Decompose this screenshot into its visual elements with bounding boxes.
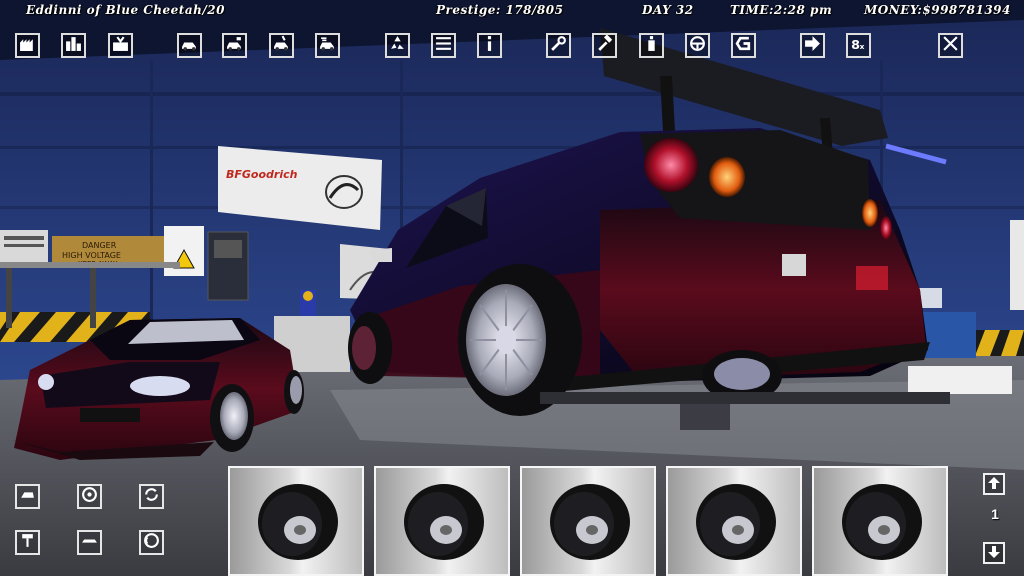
list-icon — [435, 35, 452, 56]
info-button[interactable] — [477, 33, 502, 58]
wheel-slot-1[interactable] — [228, 466, 364, 576]
car-paint-icon — [226, 35, 243, 56]
build-button[interactable] — [592, 33, 617, 58]
drive-button[interactable] — [685, 33, 710, 58]
car-tune-button[interactable] — [269, 33, 294, 58]
g-logo-icon — [735, 35, 752, 56]
wrench-icon — [550, 35, 567, 56]
time-display: TIME:2:28 pm — [730, 3, 833, 17]
g-logo-button[interactable] — [731, 33, 756, 58]
page-up-button[interactable] — [983, 473, 1005, 495]
car-paint-button[interactable] — [222, 33, 247, 58]
seat-button[interactable] — [15, 530, 40, 555]
recycle-icon — [389, 35, 406, 56]
close-button[interactable] — [938, 33, 963, 58]
car-select-button[interactable] — [177, 33, 202, 58]
page-number: 1 — [991, 506, 999, 522]
tire-rotate-button[interactable] — [139, 484, 164, 509]
page-down-button[interactable] — [983, 542, 1005, 564]
car-race-button[interactable] — [315, 33, 340, 58]
car-blue-icon — [181, 35, 198, 56]
car-race-icon — [319, 35, 336, 56]
warning-line1: DANGER — [82, 241, 117, 250]
arrow-down-icon — [987, 544, 1001, 563]
wheel-slot-2[interactable] — [374, 466, 510, 576]
speed-8x-button[interactable]: 8x — [846, 33, 871, 58]
close-icon — [942, 35, 959, 56]
prestige-counter: Prestige: 178/805 — [436, 3, 564, 17]
body-kit-button[interactable] — [15, 484, 40, 509]
day-counter: DAY 32 — [642, 3, 694, 17]
recycle-button[interactable] — [385, 33, 410, 58]
tire-rotate-icon — [143, 486, 160, 507]
tire-icon — [258, 484, 338, 560]
city-button[interactable] — [61, 33, 86, 58]
tire-icon — [696, 484, 776, 560]
side-skirt-icon — [81, 532, 98, 553]
shop-icon — [112, 35, 129, 56]
list-button[interactable] — [431, 33, 456, 58]
next-button[interactable] — [800, 33, 825, 58]
svg-text:x: x — [860, 42, 865, 51]
speed-8x-icon: 8x — [850, 35, 867, 56]
spray-can-icon — [643, 35, 660, 56]
paint-button[interactable] — [639, 33, 664, 58]
repair-button[interactable] — [546, 33, 571, 58]
hammer-icon — [596, 34, 613, 56]
rim-icon — [81, 486, 98, 507]
garage-icon — [19, 35, 36, 56]
rim-button[interactable] — [77, 484, 102, 509]
steering-wheel-icon — [689, 35, 706, 56]
tire-icon — [550, 484, 630, 560]
arrow-up-icon — [987, 475, 1001, 494]
player-name: Eddinni of Blue Cheetah/20 — [26, 3, 225, 17]
tire-icon — [404, 484, 484, 560]
warning-line2: HIGH VOLTAGE — [62, 251, 121, 260]
garage-button[interactable] — [15, 33, 40, 58]
car-tune-icon — [273, 35, 290, 56]
info-icon — [481, 35, 498, 56]
wheel-slot-3[interactable] — [520, 466, 656, 576]
wheel-slot-4[interactable] — [666, 466, 802, 576]
wheel-slot-5[interactable] — [812, 466, 948, 576]
shop-button[interactable] — [108, 33, 133, 58]
money-display: MONEY:$998781394 — [864, 3, 1011, 17]
city-icon — [65, 35, 82, 56]
side-skirt-button[interactable] — [77, 530, 102, 555]
tire-brand-text: BFGoodrich — [226, 168, 298, 181]
body-kit-icon — [19, 486, 36, 507]
seat-icon — [19, 532, 36, 553]
next-arrow-icon — [804, 35, 821, 56]
wheel-brake-button[interactable] — [139, 530, 164, 555]
wheel-brake-icon — [143, 532, 160, 553]
tire-icon — [842, 484, 922, 560]
